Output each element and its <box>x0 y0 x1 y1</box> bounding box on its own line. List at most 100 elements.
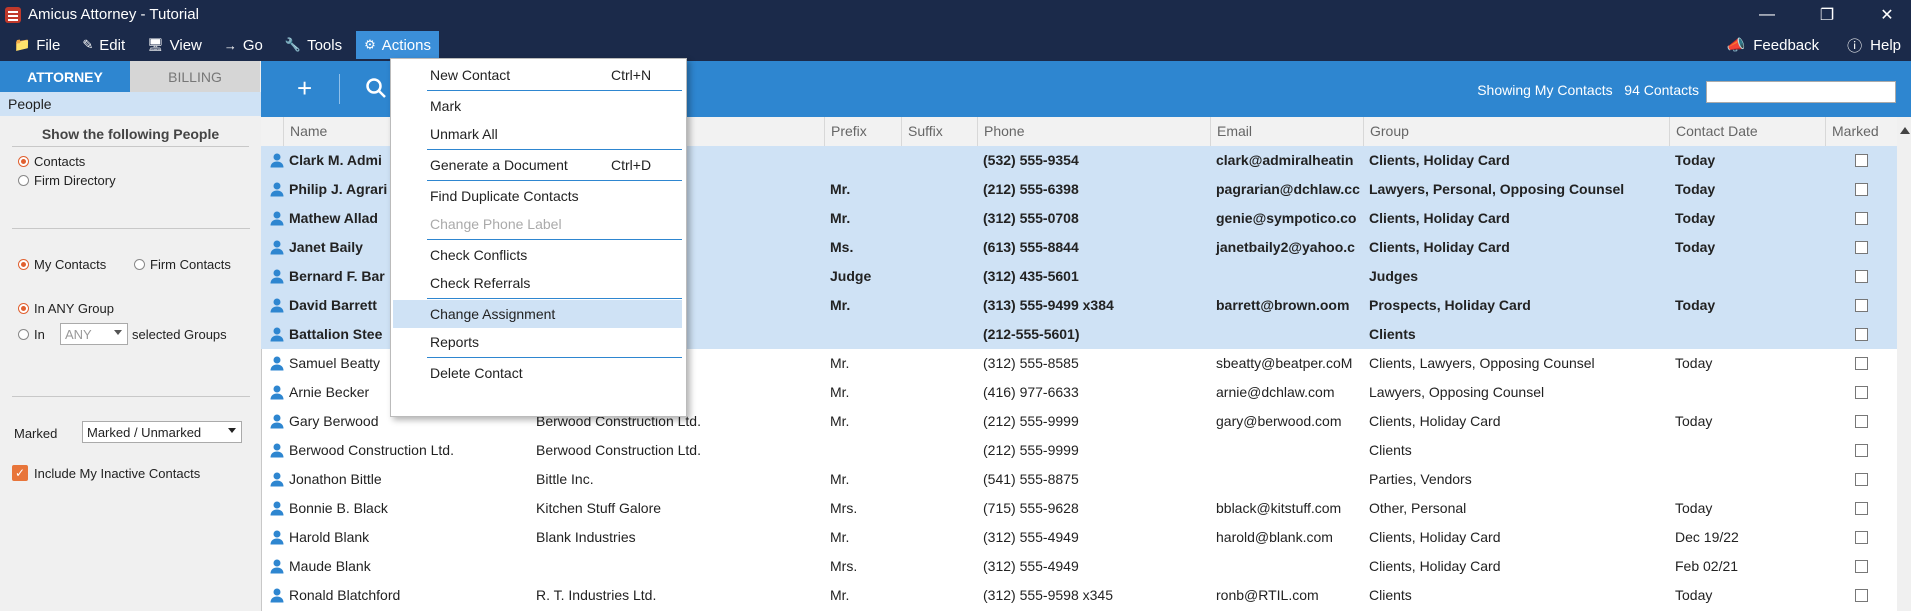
menu-item-unmark-all[interactable]: Unmark All <box>393 120 682 148</box>
menu-item-label: Find Duplicate Contacts <box>430 188 579 204</box>
marked-checkbox[interactable] <box>1855 328 1868 341</box>
cell-suffix <box>901 523 977 552</box>
cell-email: barrett@brown.oom <box>1216 297 1350 313</box>
marked-select-value: Marked / Unmarked <box>87 424 202 440</box>
tab-attorney[interactable]: ATTORNEY <box>0 61 130 92</box>
menu-edit[interactable]: ✎ Edit <box>74 31 133 59</box>
close-button[interactable]: ✕ <box>1864 0 1910 29</box>
table-row[interactable]: Berwood Construction Ltd. Berwood Constru… <box>261 436 1897 465</box>
cell-phone: (212) 555-9999 <box>983 442 1079 458</box>
marked-checkbox[interactable] <box>1855 183 1868 196</box>
menu-item-check-conflicts[interactable]: Check Conflicts <box>393 241 682 269</box>
cell-phone: (541) 555-8875 <box>983 471 1079 487</box>
cell-suffix <box>901 465 977 494</box>
cell-contact-date: Dec 19/22 <box>1675 529 1739 545</box>
menu-actions[interactable]: ⚙ Actions <box>356 31 439 59</box>
radio-my-contacts[interactable]: My Contacts <box>18 257 106 272</box>
marked-checkbox[interactable] <box>1855 270 1868 283</box>
header-suffix[interactable]: Suffix <box>901 117 977 146</box>
divider <box>12 396 250 397</box>
marked-checkbox[interactable] <box>1855 589 1868 602</box>
radio-in-selected[interactable]: In <box>18 327 45 342</box>
marked-checkbox[interactable] <box>1855 415 1868 428</box>
cell-group: Lawyers, Personal, Opposing Counsel <box>1369 181 1625 197</box>
table-row[interactable]: Maude Blank Mrs. (312) 555-4949 Clients, Ho… <box>261 552 1897 581</box>
menu-item-label: Mark <box>430 98 462 114</box>
radio-firm-contacts[interactable]: Firm Contacts <box>134 257 231 272</box>
menu-item-check-referrals[interactable]: Check Referrals <box>393 269 682 297</box>
marked-select[interactable]: Marked / Unmarked <box>82 421 242 443</box>
marked-checkbox[interactable] <box>1855 241 1868 254</box>
add-icon[interactable]: + <box>297 75 312 101</box>
table-row[interactable]: Jonathon Bittle Bittle Inc. Mr. (541) 555-8… <box>261 465 1897 494</box>
marked-checkbox[interactable] <box>1855 212 1868 225</box>
cell-contact-date: Feb 02/21 <box>1675 558 1739 574</box>
menu-go[interactable]: → Go <box>216 31 271 59</box>
cell-contact-date: Today <box>1675 587 1713 603</box>
feedback-button[interactable]: 📣 Feedback <box>1727 36 1820 55</box>
table-row[interactable]: Bonnie B. Black Kitchen Stuff Galore Mrs. (… <box>261 494 1897 523</box>
gear-icon: ⚙ <box>364 37 376 52</box>
cell-phone: (313) 555-9499 x384 <box>983 297 1114 313</box>
restore-button[interactable]: ❐ <box>1804 0 1850 29</box>
cell-phone: (212) 555-6398 <box>983 181 1079 197</box>
marked-checkbox[interactable] <box>1855 154 1868 167</box>
radio-circle <box>18 329 29 340</box>
radio-circle <box>134 259 145 270</box>
radio-in-any-group[interactable]: In ANY Group <box>18 301 114 316</box>
showing-text: Showing My Contacts <box>1477 82 1613 98</box>
marked-checkbox[interactable] <box>1855 357 1868 370</box>
marked-checkbox[interactable] <box>1855 299 1868 312</box>
menu-file[interactable]: 📁 File <box>6 31 68 59</box>
cell-email: janetbaily2@yahoo.c <box>1216 239 1355 255</box>
menu-item-change-assignment[interactable]: Change Assignment <box>393 300 682 328</box>
marked-checkbox[interactable] <box>1855 473 1868 486</box>
vertical-scrollbar[interactable] <box>1897 117 1911 611</box>
menu-item-mark[interactable]: Mark <box>393 92 682 120</box>
menu-tools[interactable]: 🔧 Tools <box>277 31 350 59</box>
marked-checkbox[interactable] <box>1855 444 1868 457</box>
include-inactive-checkbox[interactable]: ✓ <box>12 465 28 481</box>
scroll-up-icon[interactable] <box>1900 127 1910 134</box>
header-group[interactable]: Group <box>1363 117 1669 146</box>
search-icon[interactable] <box>365 77 387 99</box>
marked-checkbox[interactable] <box>1855 386 1868 399</box>
header-phone[interactable]: Phone <box>977 117 1210 146</box>
cell-group: Clients, Holiday Card <box>1369 210 1510 226</box>
cell-suffix <box>901 378 977 407</box>
radio-in-any-group-label: In ANY Group <box>34 301 114 316</box>
table-row[interactable]: Harold Blank Blank Industries Mr. (312) 555… <box>261 523 1897 552</box>
cell-contact-date: Today <box>1675 181 1716 197</box>
chevron-down-icon <box>228 428 236 433</box>
menu-item-delete-contact[interactable]: Delete Contact <box>393 359 682 387</box>
menu-item-reports[interactable]: Reports <box>393 328 682 356</box>
header-contact-date[interactable]: Contact Date <box>1669 117 1825 146</box>
show-people-header: Show the following People <box>12 116 249 147</box>
marked-checkbox[interactable] <box>1855 502 1868 515</box>
menu-view[interactable]: 🖥 View <box>139 31 210 59</box>
marked-label-text: Marked <box>14 426 58 441</box>
header-marked[interactable]: Marked <box>1825 117 1897 146</box>
menu-item-new-contact[interactable]: New Contact Ctrl+N <box>393 61 682 89</box>
group-select[interactable]: ANY <box>60 323 128 345</box>
help-button[interactable]: ⓘ Help <box>1847 35 1901 56</box>
menu-item-generate-a-document[interactable]: Generate a Document Ctrl+D <box>393 151 682 179</box>
cell-phone: (715) 555-9628 <box>983 500 1079 516</box>
radio-contacts[interactable]: Contacts <box>18 154 85 169</box>
cell-prefix: Mr. <box>830 210 851 226</box>
search-input[interactable] <box>1706 81 1896 103</box>
minimize-button[interactable]: — <box>1744 0 1790 29</box>
header-email[interactable]: Email <box>1210 117 1363 146</box>
cell-email <box>1210 552 1363 581</box>
cell-company: Bittle Inc. <box>536 471 594 487</box>
cell-suffix <box>901 291 977 320</box>
radio-firm-directory[interactable]: Firm Directory <box>18 173 116 188</box>
marked-checkbox[interactable] <box>1855 531 1868 544</box>
marked-checkbox[interactable] <box>1855 560 1868 573</box>
tab-billing[interactable]: BILLING <box>130 61 260 92</box>
radio-circle <box>18 156 29 167</box>
header-prefix[interactable]: Prefix <box>824 117 901 146</box>
menu-item-find-duplicate-contacts[interactable]: Find Duplicate Contacts <box>393 182 682 210</box>
table-row[interactable]: Ronald Blatchford R. T. Industries Ltd. Mr… <box>261 581 1897 610</box>
radio-circle <box>18 303 29 314</box>
